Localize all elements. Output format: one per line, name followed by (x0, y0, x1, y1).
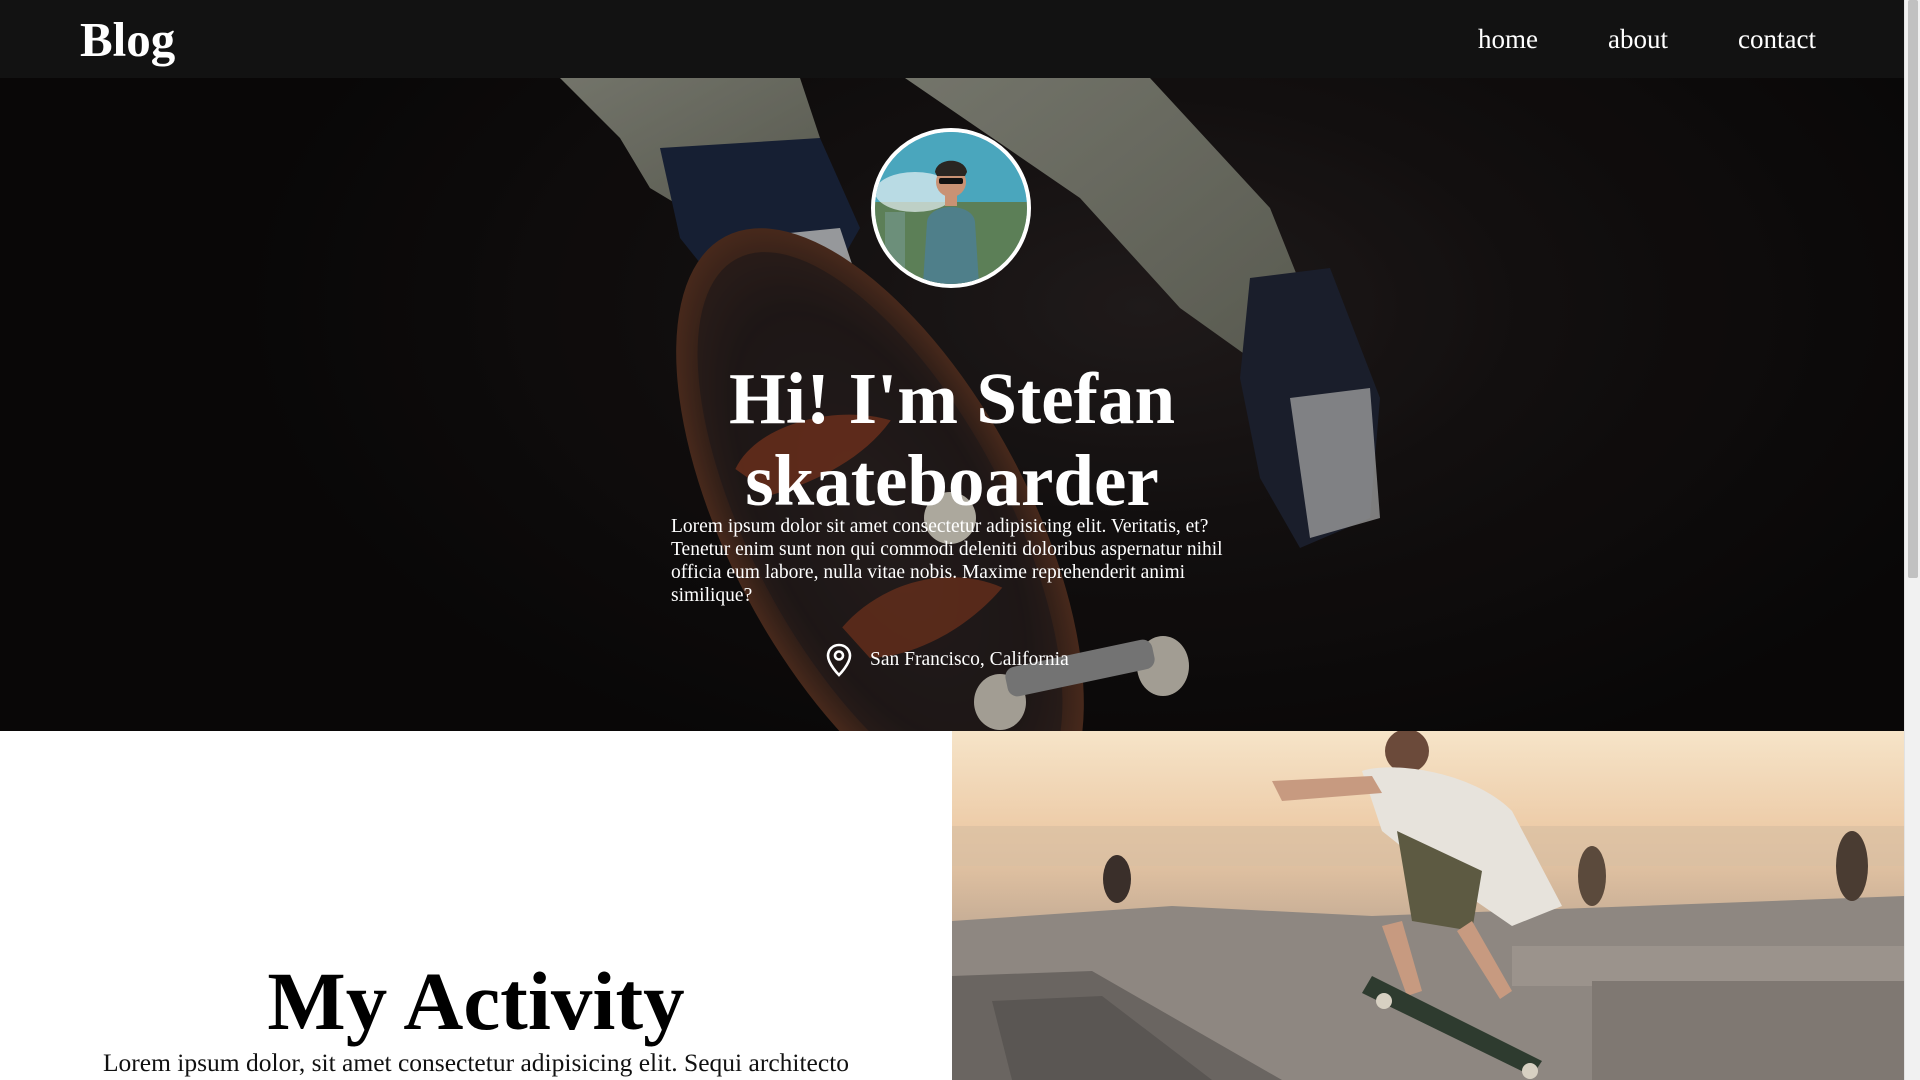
nav-link-contact[interactable]: contact (1738, 24, 1816, 55)
scrollbar[interactable] (1904, 0, 1920, 1080)
nav-links: home about contact (1478, 24, 1816, 55)
hero-content: Hi! I'm Stefan skateboarder Lorem ipsum … (0, 78, 1904, 731)
activity-text: Lorem ipsum dolor, sit amet consectetur … (102, 1048, 850, 1077)
page: Blog home about contact Hi! I'm Stefan s… (0, 0, 1904, 1080)
avatar-image (875, 132, 1027, 284)
map-pin-icon (826, 643, 852, 677)
navbar: Blog home about contact (0, 0, 1904, 78)
hero-title-line2: skateboarder (745, 440, 1159, 521)
activity-image (952, 731, 1904, 1080)
activity-title: My Activity (267, 955, 685, 1047)
location-text: San Francisco, California (870, 649, 1069, 670)
hero-title-line1: Hi! I'm Stefan (728, 358, 1176, 439)
skatepark-photo (952, 731, 1904, 1080)
hero-title: Hi! I'm Stefan skateboarder (552, 358, 1352, 522)
scrollbar-thumb[interactable] (1908, 0, 1918, 578)
nav-link-about[interactable]: about (1608, 24, 1668, 55)
location: San Francisco, California (826, 643, 1069, 677)
avatar (871, 128, 1031, 288)
activity-section: My Activity Lorem ipsum dolor, sit amet … (0, 731, 952, 1080)
hero-description: Lorem ipsum dolor sit amet consectetur a… (671, 516, 1223, 606)
nav-link-home[interactable]: home (1478, 24, 1538, 55)
hero-section: Hi! I'm Stefan skateboarder Lorem ipsum … (0, 78, 1904, 731)
brand-logo[interactable]: Blog (80, 15, 175, 64)
